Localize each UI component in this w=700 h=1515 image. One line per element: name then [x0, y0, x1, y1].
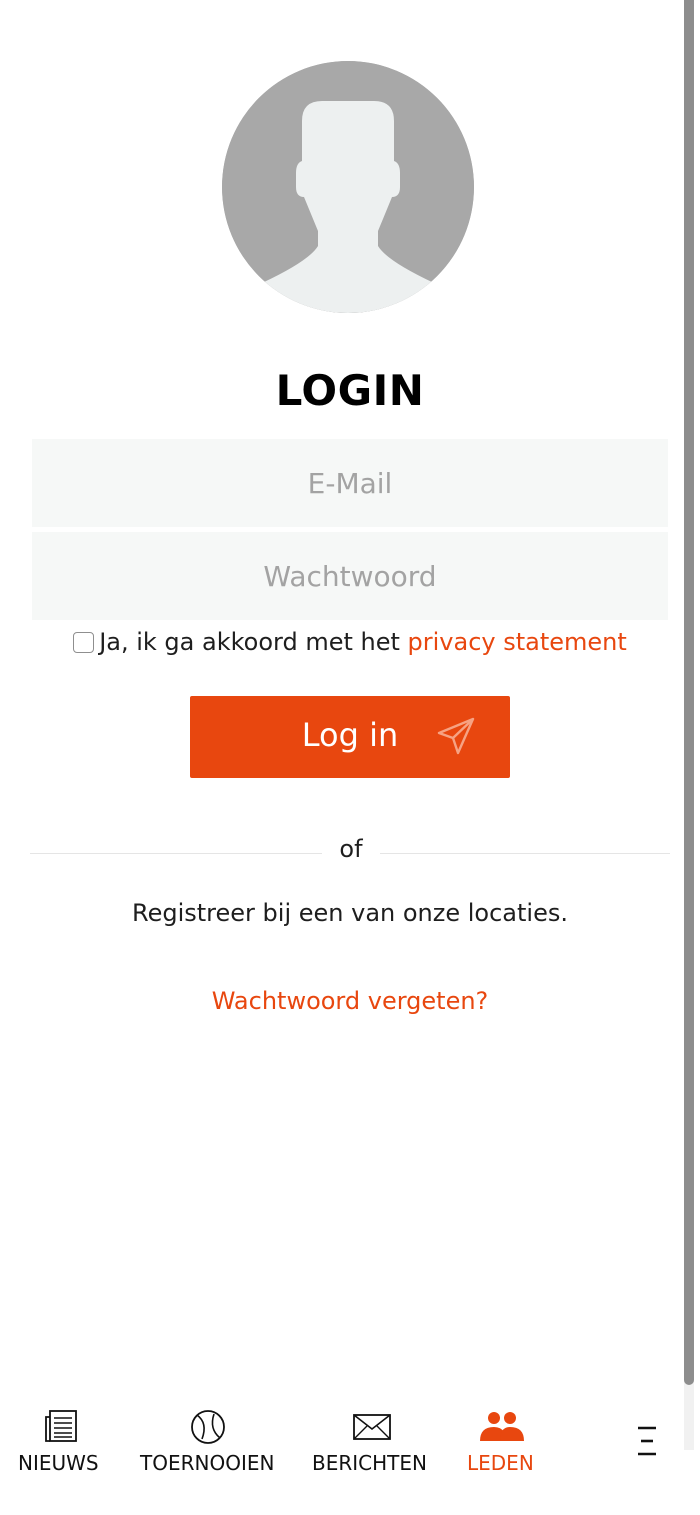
nav-item-nieuws[interactable]: NIEUWS	[18, 1400, 106, 1480]
scrollbar-thumb[interactable]	[684, 0, 694, 1385]
nav-item-leden[interactable]: LEDEN	[467, 1400, 539, 1480]
divider-right	[380, 853, 670, 854]
register-info: Registreer bij een van onze locaties.	[132, 899, 568, 927]
envelope-icon	[352, 1409, 392, 1447]
bottom-navigation: NIEUWS TOERNOOIEN BERICHTEN LEDEN	[0, 1400, 684, 1515]
consent-label: Ja, ik ga akkoord met het	[99, 628, 408, 656]
page-title: LOGIN	[275, 366, 425, 415]
tennis-ball-icon	[190, 1409, 226, 1449]
privacy-consent: Ja, ik ga akkoord met het privacy statem…	[0, 628, 700, 656]
nav-item-menu[interactable]	[624, 1400, 668, 1480]
divider-left	[30, 853, 322, 854]
forgot-password-link[interactable]: Wachtwoord vergeten?	[0, 987, 700, 1015]
newspaper-icon	[44, 1409, 78, 1447]
nav-label: NIEUWS	[18, 1451, 99, 1475]
nav-item-toernooien[interactable]: TOERNOOIEN	[140, 1400, 278, 1480]
nav-label: TOERNOOIEN	[140, 1451, 275, 1475]
login-page: LOGIN Ja, ik ga akkoord met het privacy …	[0, 0, 700, 1515]
login-button[interactable]: Log in	[190, 696, 510, 778]
password-input[interactable]	[32, 532, 668, 620]
privacy-checkbox[interactable]	[73, 632, 95, 653]
user-silhouette-icon	[222, 61, 474, 313]
nav-label: LEDEN	[467, 1451, 534, 1475]
nav-item-berichten[interactable]: BERICHTEN	[312, 1400, 432, 1480]
menu-icon	[636, 1424, 658, 1462]
email-input[interactable]	[32, 439, 668, 527]
nav-label: BERICHTEN	[312, 1451, 427, 1475]
members-icon	[479, 1409, 525, 1447]
avatar-placeholder	[222, 61, 474, 313]
privacy-statement-link[interactable]: privacy statement	[408, 628, 627, 656]
paper-plane-icon	[436, 716, 476, 760]
or-separator: of	[339, 835, 363, 863]
